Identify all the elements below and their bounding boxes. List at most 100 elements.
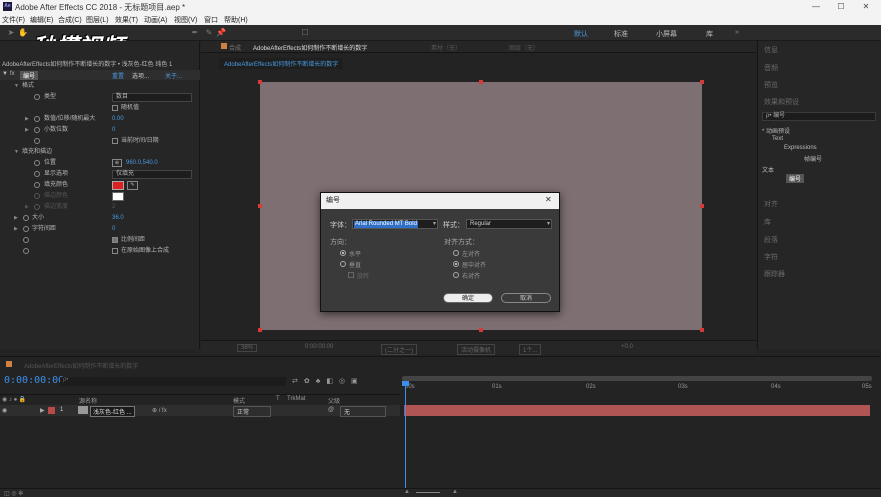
ok-button[interactable]: 确定 (443, 293, 493, 303)
menu-edit[interactable]: 编辑(E) (30, 15, 53, 25)
right-align-radio[interactable] (453, 272, 459, 278)
stopwatch-icon[interactable] (23, 248, 29, 254)
preview-panel-tab[interactable]: 预览 (764, 80, 778, 90)
options-link[interactable]: 选项... (132, 71, 149, 80)
tracker-panel-tab[interactable]: 跟踪器 (764, 269, 785, 279)
exposure-value[interactable]: +0.0 (621, 344, 633, 350)
zoom-in-icon[interactable]: ▲ (452, 489, 458, 495)
zoom-select[interactable]: 38% (237, 344, 258, 352)
expand-layer-icon[interactable]: ▶ (40, 407, 45, 414)
stopwatch-icon[interactable] (34, 160, 40, 166)
pen-tool-icon[interactable]: ✒ (190, 28, 200, 38)
comp-subtab[interactable]: AdobeAfterEffects如何制作不断增长的数字 (219, 58, 344, 69)
eyedropper-icon[interactable]: ✎ (127, 181, 138, 190)
canvas-handle[interactable] (700, 80, 704, 84)
menu-composition[interactable]: 合成(C) (58, 15, 82, 25)
footage-tab[interactable]: 素材（无） (431, 43, 461, 52)
timeline-current-time[interactable]: 0:00:00:00 (4, 375, 64, 386)
zoom-slider[interactable] (416, 492, 440, 493)
canvas-handle[interactable] (479, 328, 483, 332)
close-window-button[interactable]: ✕ (856, 1, 876, 12)
comp-tab-name[interactable]: AdobeAfterEffects如何制作不断增长的数字 (253, 43, 367, 52)
canvas-handle[interactable] (258, 328, 262, 332)
minimize-button[interactable]: — (806, 1, 826, 12)
stopwatch-icon[interactable] (23, 226, 29, 232)
effect-name[interactable]: 编号 (20, 71, 39, 80)
parent-select[interactable]: 无 (340, 406, 386, 417)
menu-view[interactable]: 视图(V) (174, 15, 197, 25)
comp-time[interactable]: 0:00:00:00 (305, 344, 333, 350)
workspace-small-screen[interactable]: 小屏幕 (656, 29, 677, 39)
camera-select[interactable]: 活动摄像机 (457, 344, 496, 355)
workspace-default[interactable]: 默认 (574, 29, 588, 39)
menu-window[interactable]: 窗口 (204, 15, 218, 25)
playhead-handle[interactable] (402, 381, 409, 386)
eye-icon[interactable]: ◉ (2, 407, 7, 414)
timeline-search-input[interactable]: ρ• (60, 377, 286, 386)
display-options-select[interactable]: 仅填充 (112, 170, 192, 179)
fx-icon[interactable]: fx (10, 71, 15, 77)
align-panel-tab[interactable]: 对齐 (764, 199, 778, 209)
canvas-handle[interactable] (479, 80, 483, 84)
canvas-handle[interactable] (258, 204, 262, 208)
effects-search-input[interactable]: ρ• 编号 (762, 112, 876, 121)
stopwatch-icon[interactable] (34, 171, 40, 177)
tree-animation-presets[interactable]: * 动画预设 (762, 126, 790, 135)
effects-presets-tab[interactable]: 效果和预设 (764, 97, 799, 107)
layer-name[interactable]: 浅灰色-红色 ... (90, 406, 135, 417)
timeline-layer-row[interactable]: ◉ ▶ 1 浅灰色-红色 ... ⊕ / fx 正常 @ 无 (0, 405, 400, 417)
snap-checkbox-icon[interactable]: ☐ (300, 28, 310, 38)
timeline-tab[interactable]: AdobeAfterEffects如何制作不断增长的数字 (24, 361, 138, 370)
tree-text-folder[interactable]: Text (772, 136, 783, 142)
stopwatch-icon[interactable] (23, 215, 29, 221)
menu-file[interactable]: 文件(F) (2, 15, 25, 25)
fill-color-swatch[interactable] (112, 181, 124, 190)
source-name-column[interactable]: 源名称 (79, 396, 97, 405)
crosshair-icon[interactable]: ⊕ (112, 159, 122, 167)
random-checkbox[interactable] (112, 105, 118, 111)
menu-effect[interactable]: 效果(T) (115, 15, 138, 25)
tree-expressions-folder[interactable]: Expressions (784, 145, 817, 151)
center-align-radio[interactable] (453, 261, 459, 267)
cancel-button[interactable]: 取消 (501, 293, 551, 303)
canvas-handle[interactable] (700, 328, 704, 332)
stopwatch-icon[interactable] (34, 138, 40, 144)
library-panel-tab[interactable]: 库 (764, 217, 771, 227)
stopwatch-icon[interactable] (23, 237, 29, 243)
trkmat-column[interactable]: TrkMat (287, 396, 305, 402)
label-color[interactable] (48, 407, 55, 414)
parent-pick-whip-icon[interactable]: @ (328, 407, 334, 413)
time-ruler[interactable]: 00s 01s 02s 03s 04s 05s (402, 384, 872, 393)
work-area-bar[interactable] (402, 376, 872, 381)
hand-tool-icon[interactable]: ✋ (18, 28, 28, 38)
selection-tool-icon[interactable]: ➤ (6, 28, 16, 38)
resolution-select[interactable]: (二分之一) (381, 344, 417, 355)
stopwatch-icon[interactable] (34, 182, 40, 188)
paragraph-panel-tab[interactable]: 段落 (764, 235, 778, 245)
time-date-checkbox[interactable] (112, 138, 118, 144)
font-select[interactable]: Arial Rounded MT Bold ▾ (352, 219, 438, 229)
view-select[interactable]: 1个... (519, 344, 542, 355)
canvas-handle[interactable] (258, 80, 262, 84)
tree-frame-number[interactable]: 帧编号 (804, 154, 822, 163)
layer-switch-icons[interactable]: ⊕ / fx (152, 407, 167, 414)
menu-layer[interactable]: 图层(L) (86, 15, 109, 25)
style-select[interactable]: Regular ▾ (466, 219, 552, 229)
menu-animation[interactable]: 动画(A) (144, 15, 167, 25)
vertical-radio[interactable] (340, 261, 346, 267)
audio-panel-tab[interactable]: 音频 (764, 63, 778, 73)
type-select[interactable]: 数目 (112, 93, 192, 102)
stopwatch-icon[interactable] (34, 127, 40, 133)
mode-column[interactable]: 模式 (233, 396, 245, 405)
horizontal-radio[interactable] (340, 250, 346, 256)
character-panel-tab[interactable]: 字符 (764, 252, 778, 262)
info-panel-tab[interactable]: 信息 (764, 45, 778, 55)
layer-tab[interactable]: 图层（无） (509, 43, 539, 52)
expand-icon[interactable]: ▼ (2, 71, 8, 77)
stopwatch-icon[interactable] (34, 116, 40, 122)
brush-tool-icon[interactable]: ✎ (204, 28, 214, 38)
maximize-button[interactable]: ☐ (831, 1, 851, 12)
format-group[interactable]: ▼ 格式 (0, 81, 200, 92)
blend-mode-select[interactable]: 正常 (233, 406, 271, 417)
workspace-standard[interactable]: 标准 (614, 29, 628, 39)
